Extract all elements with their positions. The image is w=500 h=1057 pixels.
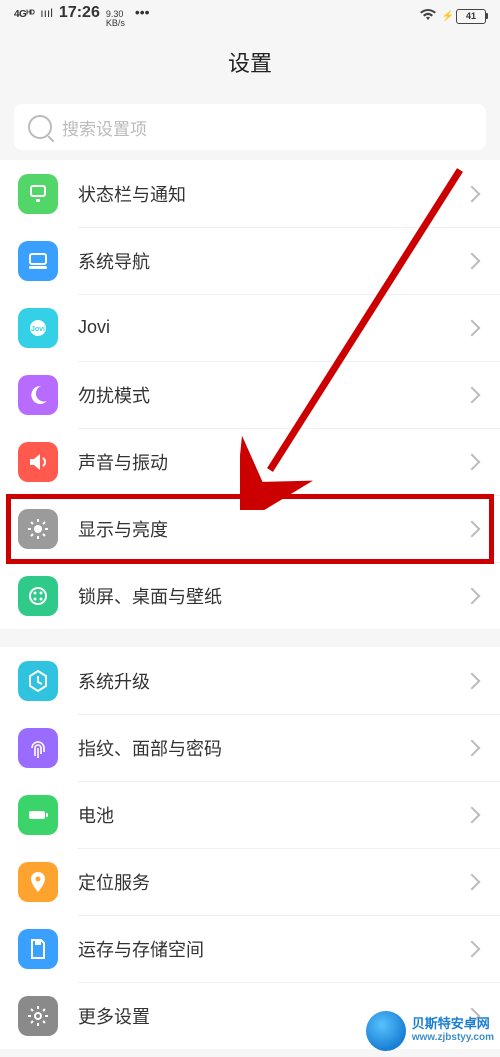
chevron-right-icon (464, 873, 481, 890)
storage-icon (18, 929, 58, 969)
svg-text:Jovi: Jovi (31, 326, 45, 333)
settings-group-2: 系统升级 指纹、面部与密码 电池 定位服务 运存与存储空间 更多设置 (0, 647, 500, 1049)
row-nav[interactable]: 系统导航 (0, 227, 500, 294)
row-label: 锁屏、桌面与壁纸 (78, 583, 466, 609)
row-label: 运存与存储空间 (78, 936, 466, 962)
chevron-right-icon (464, 739, 481, 756)
row-label: 系统升级 (78, 668, 466, 694)
brightness-icon (18, 509, 58, 549)
row-lock-wall[interactable]: 锁屏、桌面与壁纸 (0, 562, 500, 629)
row-label: 指纹、面部与密码 (78, 735, 466, 761)
wallpaper-icon (18, 576, 58, 616)
battery-icon (18, 795, 58, 835)
watermark-logo-icon (366, 1011, 406, 1051)
chevron-right-icon (464, 453, 481, 470)
row-label: Jovi (78, 317, 466, 338)
charging-icon: ⚡ (442, 11, 454, 22)
search-container: 搜索设置项 (0, 92, 500, 160)
row-update[interactable]: 系统升级 (0, 647, 500, 714)
row-biometric[interactable]: 指纹、面部与密码 (0, 714, 500, 781)
chevron-right-icon (464, 587, 481, 604)
notification-icon (18, 174, 58, 214)
page-title: 设置 (228, 46, 272, 78)
chevron-right-icon (464, 806, 481, 823)
chevron-right-icon (464, 185, 481, 202)
chevron-right-icon (464, 940, 481, 957)
settings-group-1: 状态栏与通知 系统导航 Jovi Jovi 勿扰模式 声音与振动 显示与亮度 锁… (0, 160, 500, 629)
jovi-icon: Jovi (18, 308, 58, 348)
group-divider (0, 629, 500, 647)
row-label: 电池 (78, 802, 466, 828)
more-icon: ••• (135, 4, 150, 20)
network-type: 4Gᴴᴰ (14, 9, 34, 20)
row-jovi[interactable]: Jovi Jovi (0, 294, 500, 361)
row-sound[interactable]: 声音与振动 (0, 428, 500, 495)
row-label: 显示与亮度 (78, 516, 466, 542)
row-battery[interactable]: 电池 (0, 781, 500, 848)
row-status-notif[interactable]: 状态栏与通知 (0, 160, 500, 227)
status-bar: 4Gᴴᴰ ıııl 17:26 9.30 KB/s ••• ⚡ 41 (0, 0, 500, 32)
navigation-icon (18, 241, 58, 281)
moon-icon (18, 375, 58, 415)
watermark-line1: 贝斯特安卓网 (412, 1017, 494, 1031)
signal-icon: ıııl (40, 6, 53, 20)
data-rate: 9.30 KB/s (106, 10, 125, 28)
sound-icon (18, 442, 58, 482)
watermark: 贝斯特安卓网 www.zjbstyy.com (366, 1011, 494, 1051)
title-bar: 设置 (0, 32, 500, 92)
chevron-right-icon (464, 520, 481, 537)
search-icon (28, 115, 52, 139)
search-placeholder: 搜索设置项 (62, 115, 147, 140)
row-label: 勿扰模式 (78, 382, 466, 408)
chevron-right-icon (464, 386, 481, 403)
gear-icon (18, 996, 58, 1036)
fingerprint-icon (18, 728, 58, 768)
update-icon (18, 661, 58, 701)
watermark-line2: www.zjbstyy.com (412, 1031, 494, 1045)
battery-indicator: ⚡ 41 (442, 9, 486, 24)
row-label: 定位服务 (78, 869, 466, 895)
search-input[interactable]: 搜索设置项 (14, 104, 486, 150)
row-label: 状态栏与通知 (78, 181, 466, 207)
location-icon (18, 862, 58, 902)
row-label: 系统导航 (78, 248, 466, 274)
wifi-icon (420, 8, 436, 24)
chevron-right-icon (464, 252, 481, 269)
row-storage[interactable]: 运存与存储空间 (0, 915, 500, 982)
chevron-right-icon (464, 319, 481, 336)
row-label: 声音与振动 (78, 449, 466, 475)
row-dnd[interactable]: 勿扰模式 (0, 361, 500, 428)
chevron-right-icon (464, 672, 481, 689)
row-display[interactable]: 显示与亮度 (0, 495, 500, 562)
status-time: 17:26 (59, 4, 100, 22)
row-location[interactable]: 定位服务 (0, 848, 500, 915)
